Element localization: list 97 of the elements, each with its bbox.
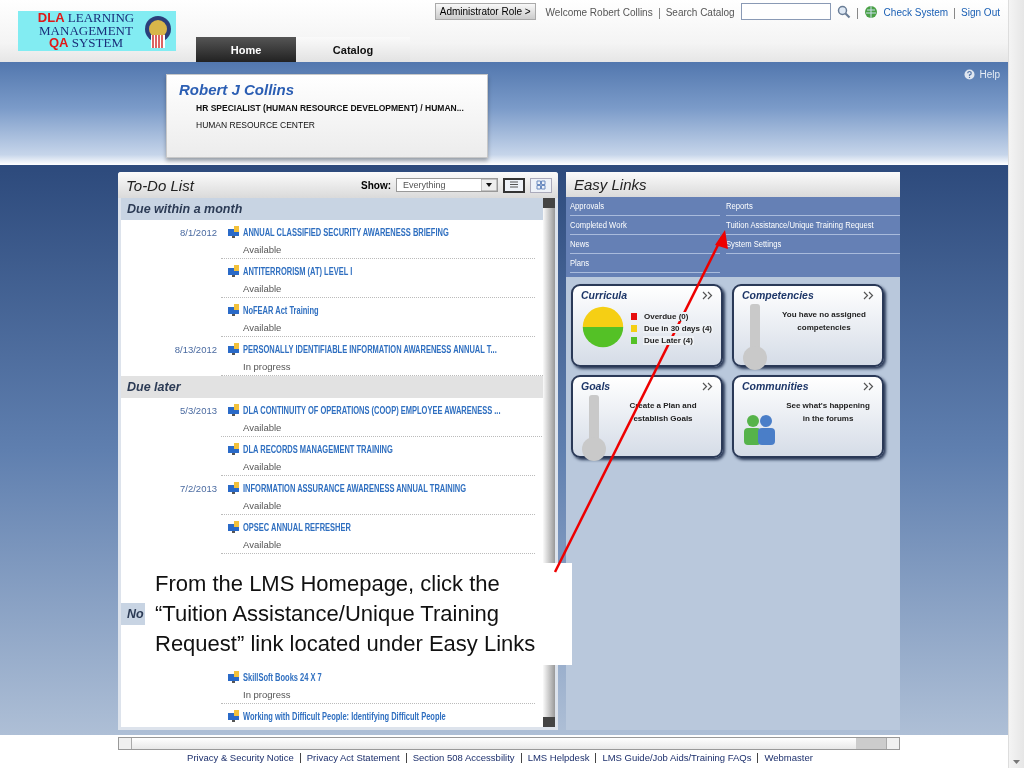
course-icon	[227, 481, 241, 495]
easy-link[interactable]: Plans	[570, 254, 720, 273]
globe-icon	[863, 5, 878, 19]
grid-icon	[536, 180, 546, 190]
double-chevron-icon[interactable]	[702, 290, 713, 300]
course-link[interactable]: INFORMATION ASSURANCE AWARENESS ANNUAL TRAINING	[243, 482, 467, 495]
course-status: Available	[243, 422, 282, 433]
widget-message: You have no assigned competencies	[781, 309, 867, 334]
course-icon	[227, 342, 241, 356]
course-link[interactable]: DLA RECORDS MANAGEMENT TRAINING	[243, 443, 393, 456]
course-link[interactable]: NoFEAR Act Training	[243, 304, 319, 317]
logo-text: MANAGEMENT	[39, 24, 133, 38]
legend-label: Due in 30 days (4)	[642, 324, 713, 333]
course-icon	[227, 303, 241, 317]
profile-name: Robert J Collins	[179, 81, 295, 98]
widget-title: Goals	[581, 380, 611, 392]
course-status: Available	[243, 461, 282, 472]
section-header: Due within a month	[121, 198, 543, 220]
thermometer-icon	[581, 395, 607, 461]
panel-title: Easy Links	[566, 172, 900, 197]
profile-organization: HUMAN RESOURCE CENTER	[196, 120, 316, 130]
course-link[interactable]: DLA CONTINUITY OF OPERATIONS (COOP) EMPLOYEE AWARENESS ...	[243, 404, 501, 417]
panel-title: To-Do List	[126, 176, 196, 194]
logo-text: DLA LEARNING	[37, 12, 135, 25]
widget-title: Communities	[742, 380, 809, 392]
course-icon	[227, 225, 241, 239]
course-status: Available	[243, 283, 282, 294]
course-icon	[227, 403, 241, 417]
help-link[interactable]: Help	[979, 69, 1000, 80]
footer-link[interactable]: Privacy Act Statement	[299, 753, 406, 763]
legend-label: Overdue (0)	[642, 312, 690, 321]
down-arrow-icon[interactable]	[1013, 760, 1020, 764]
footer-link[interactable]: Privacy & Security Notice	[181, 753, 300, 763]
footer-link[interactable]: LMS Guide/Job Aids/Training FAQs	[595, 753, 758, 763]
footer-link[interactable]: Webmaster	[757, 753, 819, 763]
double-chevron-icon[interactable]	[702, 381, 713, 391]
nav-tab[interactable]: Catalog	[296, 37, 410, 62]
double-chevron-icon[interactable]	[863, 381, 874, 391]
browser-scrollbar[interactable]	[1008, 0, 1024, 768]
dropdown-caret-icon[interactable]	[481, 179, 497, 191]
instruction-tooltip: From the LMS Homepage, click the “Tuition Assistance/Unique Training Request” link located under Easy Links	[145, 563, 572, 665]
course-status: In progress	[243, 689, 291, 700]
course-status: Available	[243, 322, 282, 333]
footer-link[interactable]: LMS Helpdesk	[520, 753, 596, 763]
course-link[interactable]: ANNUAL CLASSIFIED SECURITY AWARENESS BRIEFING	[243, 226, 449, 239]
course-status: Available	[243, 500, 282, 511]
search-icon[interactable]	[836, 5, 851, 19]
due-date: 5/3/2013	[179, 404, 218, 417]
footer-link[interactable]: Section 508 Accessbility	[405, 753, 521, 763]
search-field[interactable]	[740, 3, 831, 20]
course-icon	[227, 442, 241, 456]
easy-link[interactable]: Approvals	[570, 197, 720, 216]
due-date: 7/2/2013	[179, 482, 218, 495]
due-date: 8/1/2012	[179, 226, 218, 239]
course-icon	[227, 520, 241, 534]
easy-link[interactable]: Completed Work	[570, 216, 720, 235]
nav-tab[interactable]: Home	[196, 37, 296, 62]
course-icon	[227, 709, 241, 723]
course-icon	[227, 670, 241, 684]
course-link[interactable]: PERSONALLY IDENTIFIABLE INFORMATION AWARENESS ANNUAL T...	[243, 343, 497, 356]
course-status: Available	[243, 244, 282, 255]
header-link[interactable]: Check System	[883, 3, 949, 18]
show-label: Show:	[361, 179, 391, 191]
widget-title: Competencies	[742, 289, 814, 301]
role-button[interactable]: Administrator Role >	[434, 3, 536, 20]
course-link[interactable]: Working with Difficult People: Identifying Difficult People	[243, 710, 446, 723]
course-link[interactable]: SkillSoft Books 24 X 7	[243, 671, 322, 684]
list-icon	[509, 180, 519, 190]
widget-message: See what's happening in the forums	[785, 400, 871, 425]
grid-view-button[interactable]	[530, 177, 552, 193]
course-link[interactable]: OPSEC ANNUAL REFRESHER	[243, 521, 351, 534]
logo[interactable]: DLA LEARNING MANAGEMENT QA SYSTEM	[18, 11, 176, 51]
welcome-text: Welcome Robert Collins	[545, 6, 653, 18]
profile-position: HR SPECIALIST (HUMAN RESOURCE DEVELOPMENT) / HUMAN...	[196, 103, 465, 113]
show-dropdown[interactable]: Everything	[396, 178, 498, 192]
course-status: In progress	[243, 361, 291, 372]
widget-title: Curricula	[581, 289, 628, 301]
pie-slice	[582, 327, 624, 348]
emblem-icon	[144, 15, 172, 49]
course-icon	[227, 264, 241, 278]
course-link[interactable]: ANTITERRORISM (AT) LEVEL I	[243, 265, 353, 278]
legend-label: Due Later (4)	[642, 336, 694, 345]
easy-link[interactable]: Reports	[726, 197, 900, 216]
help-icon[interactable]	[964, 69, 976, 80]
horizontal-scrollbar[interactable]	[118, 737, 900, 750]
due-date: 8/13/2012	[173, 343, 218, 356]
header-link[interactable]: Sign Out	[961, 3, 1000, 18]
section-header: Due later	[121, 376, 543, 398]
logo-text: QA SYSTEM	[48, 37, 123, 50]
course-status: Available	[243, 539, 282, 550]
double-chevron-icon[interactable]	[863, 290, 874, 300]
easy-link[interactable]: Tuition Assistance/Unique Training Request	[726, 216, 900, 235]
people-icon	[742, 415, 776, 445]
thermometer-icon	[742, 304, 768, 370]
search-label: Search Catalog	[665, 6, 735, 18]
pie-slice	[582, 306, 624, 327]
list-view-button[interactable]	[503, 177, 525, 193]
